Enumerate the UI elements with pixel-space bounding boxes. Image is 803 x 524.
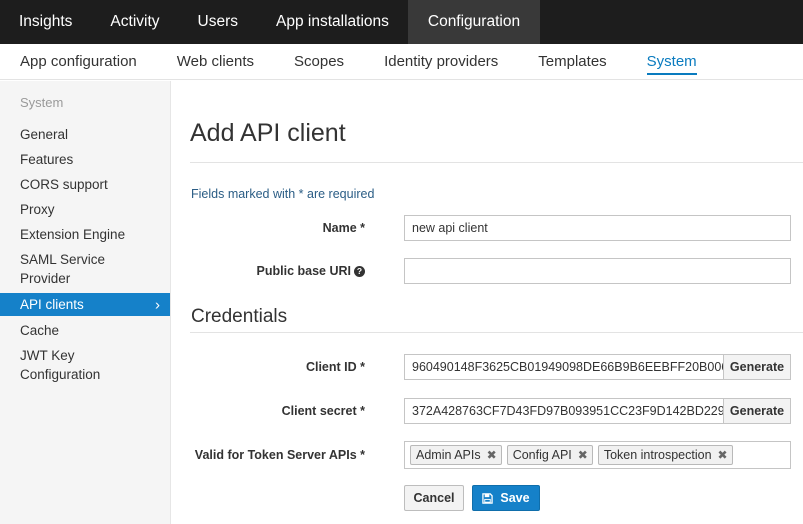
- remove-tag-icon[interactable]: ✖: [578, 448, 588, 462]
- sidebar-item-general[interactable]: General: [0, 122, 170, 147]
- nav-insights[interactable]: Insights: [0, 0, 91, 44]
- tab-app-configuration[interactable]: App configuration: [0, 44, 157, 80]
- floppy-disk-icon: [482, 492, 494, 504]
- name-input[interactable]: new api client: [404, 215, 791, 241]
- tag-admin-apis: Admin APIs ✖: [410, 445, 502, 465]
- token-apis-row: Valid for Token Server APIs * Admin APIs…: [190, 441, 803, 469]
- public-uri-row: Public base URI?: [190, 258, 803, 284]
- tab-scopes[interactable]: Scopes: [274, 44, 364, 80]
- nav-configuration[interactable]: Configuration: [407, 0, 541, 44]
- nav-app-installations[interactable]: App installations: [257, 0, 408, 44]
- public-uri-label: Public base URI: [256, 264, 351, 278]
- nav-users[interactable]: Users: [179, 0, 257, 44]
- tag-label: Token introspection: [603, 448, 712, 462]
- client-id-row: Client ID * 960490148F3625CB01949098DE66…: [190, 354, 803, 380]
- chevron-right-icon: ›: [155, 296, 160, 313]
- public-uri-label-wrap: Public base URI?: [190, 264, 365, 278]
- page-title: Add API client: [190, 119, 346, 147]
- sidebar-item-cache[interactable]: Cache: [0, 318, 170, 343]
- client-secret-label: Client secret *: [281, 404, 365, 418]
- generate-client-id-button[interactable]: Generate: [723, 354, 791, 380]
- save-label: Save: [500, 491, 530, 505]
- sidebar-item-features[interactable]: Features: [0, 147, 170, 172]
- client-secret-input[interactable]: 372A428763CF7D43FD97B093951CC23F9D142BD2…: [404, 398, 723, 424]
- tag-token-introspection: Token introspection ✖: [597, 445, 733, 465]
- remove-tag-icon[interactable]: ✖: [718, 448, 728, 462]
- client-id-label: Client ID *: [305, 360, 365, 374]
- generate-client-secret-button[interactable]: Generate: [723, 398, 791, 424]
- sidebar-item-proxy[interactable]: Proxy: [0, 197, 170, 222]
- token-apis-label: Valid for Token Server APIs *: [194, 448, 365, 462]
- tag-label: Config API: [512, 448, 572, 462]
- token-apis-select[interactable]: Admin APIs ✖ Config API ✖ Token introspe…: [404, 441, 791, 469]
- name-row: Name * new api client: [190, 215, 803, 241]
- credentials-divider: [190, 332, 803, 333]
- tab-system[interactable]: System: [627, 44, 717, 80]
- client-secret-row: Client secret * 372A428763CF7D43FD97B093…: [190, 398, 803, 424]
- tag-config-api: Config API ✖: [506, 445, 593, 465]
- sidebar-item-jwt-key-configuration[interactable]: JWT Key Configuration: [0, 343, 170, 387]
- name-label: Name *: [322, 221, 365, 235]
- credentials-heading: Credentials: [191, 306, 288, 327]
- tab-identity-providers[interactable]: Identity providers: [364, 44, 518, 80]
- form-actions: Cancel Save: [404, 485, 540, 511]
- tab-templates[interactable]: Templates: [518, 44, 626, 80]
- topnav-filler: [540, 0, 803, 44]
- sidebar-item-label: API clients: [20, 297, 84, 312]
- nav-activity[interactable]: Activity: [91, 0, 178, 44]
- help-icon[interactable]: ?: [354, 266, 365, 277]
- remove-tag-icon[interactable]: ✖: [487, 448, 497, 462]
- sidebar: System General Features CORS support Pro…: [0, 81, 171, 524]
- tab-web-clients[interactable]: Web clients: [157, 44, 274, 80]
- required-fields-note: Fields marked with * are required: [191, 187, 375, 201]
- client-id-input[interactable]: 960490148F3625CB01949098DE66B9B6EEBFF20B…: [404, 354, 723, 380]
- sidebar-item-api-clients[interactable]: API clients ›: [0, 293, 170, 316]
- sidebar-item-cors-support[interactable]: CORS support: [0, 172, 170, 197]
- tag-label: Admin APIs: [416, 448, 481, 462]
- sidebar-item-saml-service-provider[interactable]: SAML Service Provider: [0, 247, 170, 291]
- public-uri-input[interactable]: [404, 258, 791, 284]
- sidebar-item-extension-engine[interactable]: Extension Engine: [0, 222, 170, 247]
- top-navigation: Insights Activity Users App installation…: [0, 0, 803, 44]
- sidebar-heading: System: [20, 95, 64, 110]
- main-content: Add API client Fields marked with * are …: [190, 81, 803, 511]
- save-button[interactable]: Save: [472, 485, 540, 511]
- title-divider: [190, 162, 803, 163]
- sub-navigation: App configuration Web clients Scopes Ide…: [0, 44, 803, 80]
- cancel-button[interactable]: Cancel: [404, 485, 464, 511]
